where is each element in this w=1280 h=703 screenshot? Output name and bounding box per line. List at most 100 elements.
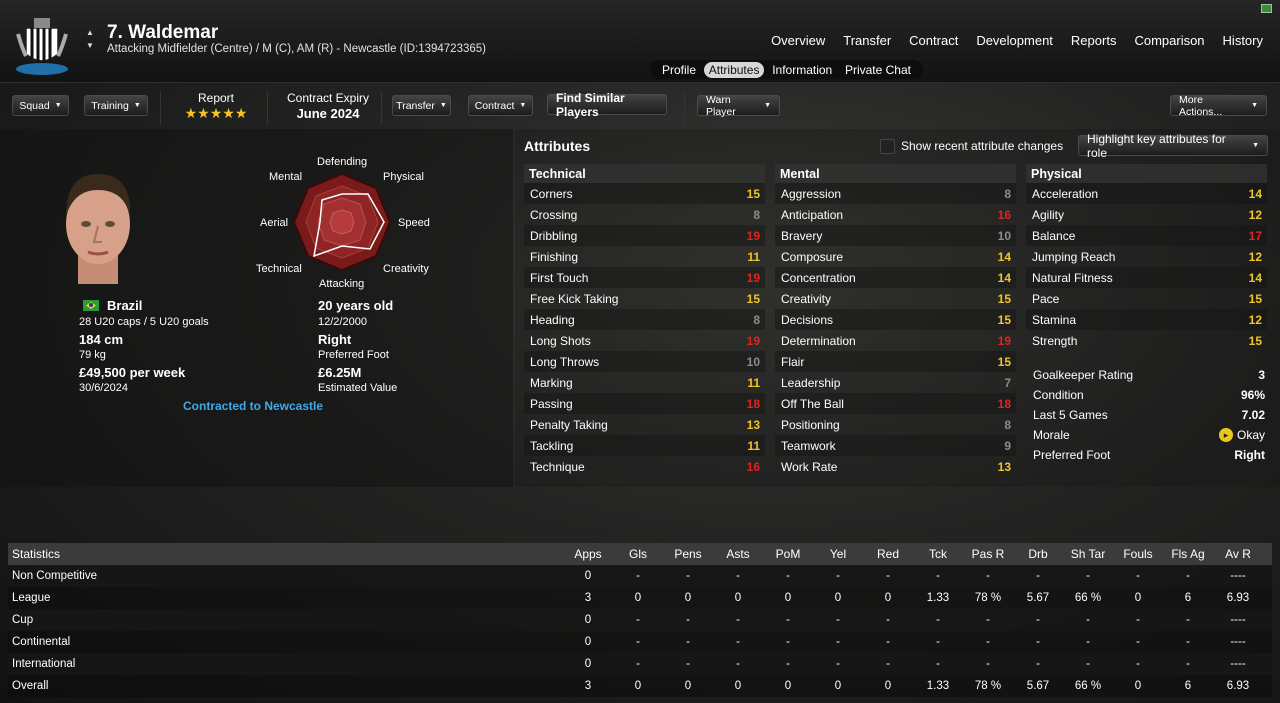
attribute-value: 18 bbox=[997, 396, 1011, 411]
column-header[interactable]: Tck bbox=[913, 547, 963, 561]
table-row[interactable]: Continental 0- - - - - - - - - - - - ---- bbox=[8, 631, 1272, 653]
attribute-row[interactable]: Passing 18 bbox=[524, 393, 765, 414]
warn-player-button[interactable]: Warn Player ▼ bbox=[697, 94, 780, 118]
table-row[interactable]: Cup 0- - - - - - - - - - - - ---- bbox=[8, 609, 1272, 631]
table-row[interactable]: International 0- - - - - - - - - - - - ---- bbox=[8, 653, 1272, 675]
table-cell: - bbox=[986, 570, 990, 582]
attribute-row[interactable]: Concentration 14 bbox=[775, 267, 1016, 288]
table-cell: 0 bbox=[734, 680, 742, 692]
nationality[interactable]: Brazil bbox=[107, 298, 142, 313]
attribute-row[interactable]: Leadership 7 bbox=[775, 372, 1016, 393]
window-icon[interactable] bbox=[1261, 4, 1272, 13]
highlight-role-dropdown[interactable]: Highlight key attributes for role ▼ bbox=[1078, 132, 1268, 160]
column-header[interactable]: Pens bbox=[663, 547, 713, 561]
attribute-row[interactable]: Positioning 8 bbox=[775, 414, 1016, 435]
training-button[interactable]: Training ▼ bbox=[84, 95, 148, 116]
attribute-row[interactable]: Pace 15 bbox=[1026, 288, 1267, 309]
table-cell: 0 bbox=[784, 592, 792, 604]
table-cell: - bbox=[936, 636, 940, 648]
show-recent-checkbox[interactable] bbox=[880, 139, 895, 154]
nav-overview[interactable]: Overview bbox=[771, 33, 825, 48]
column-header[interactable]: Gls bbox=[613, 547, 663, 561]
transfer-button[interactable]: Transfer ▼ bbox=[392, 95, 451, 116]
tab-private-chat[interactable]: Private Chat bbox=[840, 62, 916, 78]
contracted-club-link[interactable]: Contracted to Newcastle bbox=[183, 399, 323, 413]
attribute-row[interactable]: Flair 15 bbox=[775, 351, 1016, 372]
info-value-wrap: ▸ Okay bbox=[1218, 428, 1265, 442]
nav-contract[interactable]: Contract bbox=[909, 33, 958, 48]
column-header[interactable]: Asts bbox=[713, 547, 763, 561]
attribute-row[interactable]: Dribbling 19 bbox=[524, 225, 765, 246]
attribute-row[interactable]: Bravery 10 bbox=[775, 225, 1016, 246]
attribute-value: 10 bbox=[997, 228, 1011, 243]
attribute-row[interactable]: Jumping Reach 12 bbox=[1026, 246, 1267, 267]
table-row[interactable]: Overall 3 0 0 0 0 0 0 1.33 78 % 5.67 66 % 0 6 6.93 bbox=[8, 675, 1272, 697]
attribute-row[interactable]: Long Throws 10 bbox=[524, 351, 765, 372]
height-value: 184 cm bbox=[79, 332, 124, 347]
tab-profile[interactable]: Profile bbox=[657, 62, 701, 78]
column-header[interactable]: Fls Ag bbox=[1163, 547, 1213, 561]
attribute-row[interactable]: Balance 17 bbox=[1026, 225, 1267, 246]
column-header[interactable]: Red bbox=[863, 547, 913, 561]
squad-button[interactable]: Squad ▼ bbox=[12, 95, 69, 116]
attribute-name: Acceleration bbox=[1032, 186, 1099, 201]
more-actions-button[interactable]: More Actions... ▼ bbox=[1170, 94, 1267, 118]
attribute-row[interactable]: Aggression 8 bbox=[775, 183, 1016, 204]
attribute-value: 19 bbox=[746, 270, 760, 285]
attribute-value: 14 bbox=[1248, 186, 1262, 201]
tab-attributes[interactable]: Attributes bbox=[703, 61, 765, 78]
table-cell: 1.33 bbox=[926, 592, 950, 604]
attribute-row[interactable]: Marking 11 bbox=[524, 372, 765, 393]
attribute-row[interactable]: Technique 16 bbox=[524, 456, 765, 477]
player-nav-arrows[interactable]: ▲ ▼ bbox=[86, 26, 96, 52]
attribute-row[interactable]: Corners 15 bbox=[524, 183, 765, 204]
radar-label-physical: Physical bbox=[383, 171, 424, 183]
column-header[interactable]: Av R bbox=[1213, 547, 1263, 561]
attribute-row[interactable]: Determination 19 bbox=[775, 330, 1016, 351]
column-header[interactable]: Apps bbox=[563, 547, 613, 561]
attribute-name: Corners bbox=[530, 186, 573, 201]
attribute-row[interactable]: Anticipation 16 bbox=[775, 204, 1016, 225]
column-header[interactable]: Drb bbox=[1013, 547, 1063, 561]
attribute-row[interactable]: Penalty Taking 13 bbox=[524, 414, 765, 435]
attribute-row[interactable]: Agility 12 bbox=[1026, 204, 1267, 225]
table-cell: 0 bbox=[634, 592, 642, 604]
attribute-row[interactable]: Teamwork 9 bbox=[775, 435, 1016, 456]
attribute-row[interactable]: Long Shots 19 bbox=[524, 330, 765, 351]
attribute-row[interactable]: First Touch 19 bbox=[524, 267, 765, 288]
report-box[interactable]: Report ★★★★★ bbox=[180, 91, 252, 122]
attribute-value: 17 bbox=[1248, 228, 1262, 243]
attribute-row[interactable]: Natural Fitness 14 bbox=[1026, 267, 1267, 288]
player-face-image bbox=[66, 174, 131, 284]
attribute-row[interactable]: Decisions 15 bbox=[775, 309, 1016, 330]
attribute-row[interactable]: Acceleration 14 bbox=[1026, 183, 1267, 204]
table-cell: ---- bbox=[1230, 636, 1246, 648]
attribute-row[interactable]: Free Kick Taking 15 bbox=[524, 288, 765, 309]
table-row[interactable]: Non Competitive 0- - - - - - - - - - - - ---- bbox=[8, 565, 1272, 587]
contract-button[interactable]: Contract ▼ bbox=[468, 95, 533, 116]
attribute-row[interactable]: Off The Ball 18 bbox=[775, 393, 1016, 414]
nav-development[interactable]: Development bbox=[976, 33, 1053, 48]
attribute-row[interactable]: Work Rate 13 bbox=[775, 456, 1016, 477]
column-header[interactable]: PoM bbox=[763, 547, 813, 561]
info-row: Preferred Foot Right bbox=[1026, 445, 1272, 465]
table-row[interactable]: League 3 0 0 0 0 0 0 1.33 78 % 5.67 66 % 0 6 6.93 bbox=[8, 587, 1272, 609]
column-header[interactable]: Yel bbox=[813, 547, 863, 561]
attribute-row[interactable]: Strength 15 bbox=[1026, 330, 1267, 351]
nav-transfer[interactable]: Transfer bbox=[843, 33, 891, 48]
column-header[interactable]: Fouls bbox=[1113, 547, 1163, 561]
attribute-row[interactable]: Finishing 11 bbox=[524, 246, 765, 267]
tab-information[interactable]: Information bbox=[767, 62, 837, 78]
nav-reports[interactable]: Reports bbox=[1071, 33, 1117, 48]
find-similar-button[interactable]: Find Similar Players bbox=[547, 91, 667, 119]
attribute-row[interactable]: Heading 8 bbox=[524, 309, 765, 330]
nav-history[interactable]: History bbox=[1223, 33, 1263, 48]
column-header[interactable]: Sh Tar bbox=[1063, 547, 1113, 561]
attribute-row[interactable]: Tackling 11 bbox=[524, 435, 765, 456]
attribute-row[interactable]: Composure 14 bbox=[775, 246, 1016, 267]
attribute-row[interactable]: Crossing 8 bbox=[524, 204, 765, 225]
attribute-row[interactable]: Creativity 15 bbox=[775, 288, 1016, 309]
nav-comparison[interactable]: Comparison bbox=[1134, 33, 1204, 48]
column-header[interactable]: Pas R bbox=[963, 547, 1013, 561]
attribute-row[interactable]: Stamina 12 bbox=[1026, 309, 1267, 330]
